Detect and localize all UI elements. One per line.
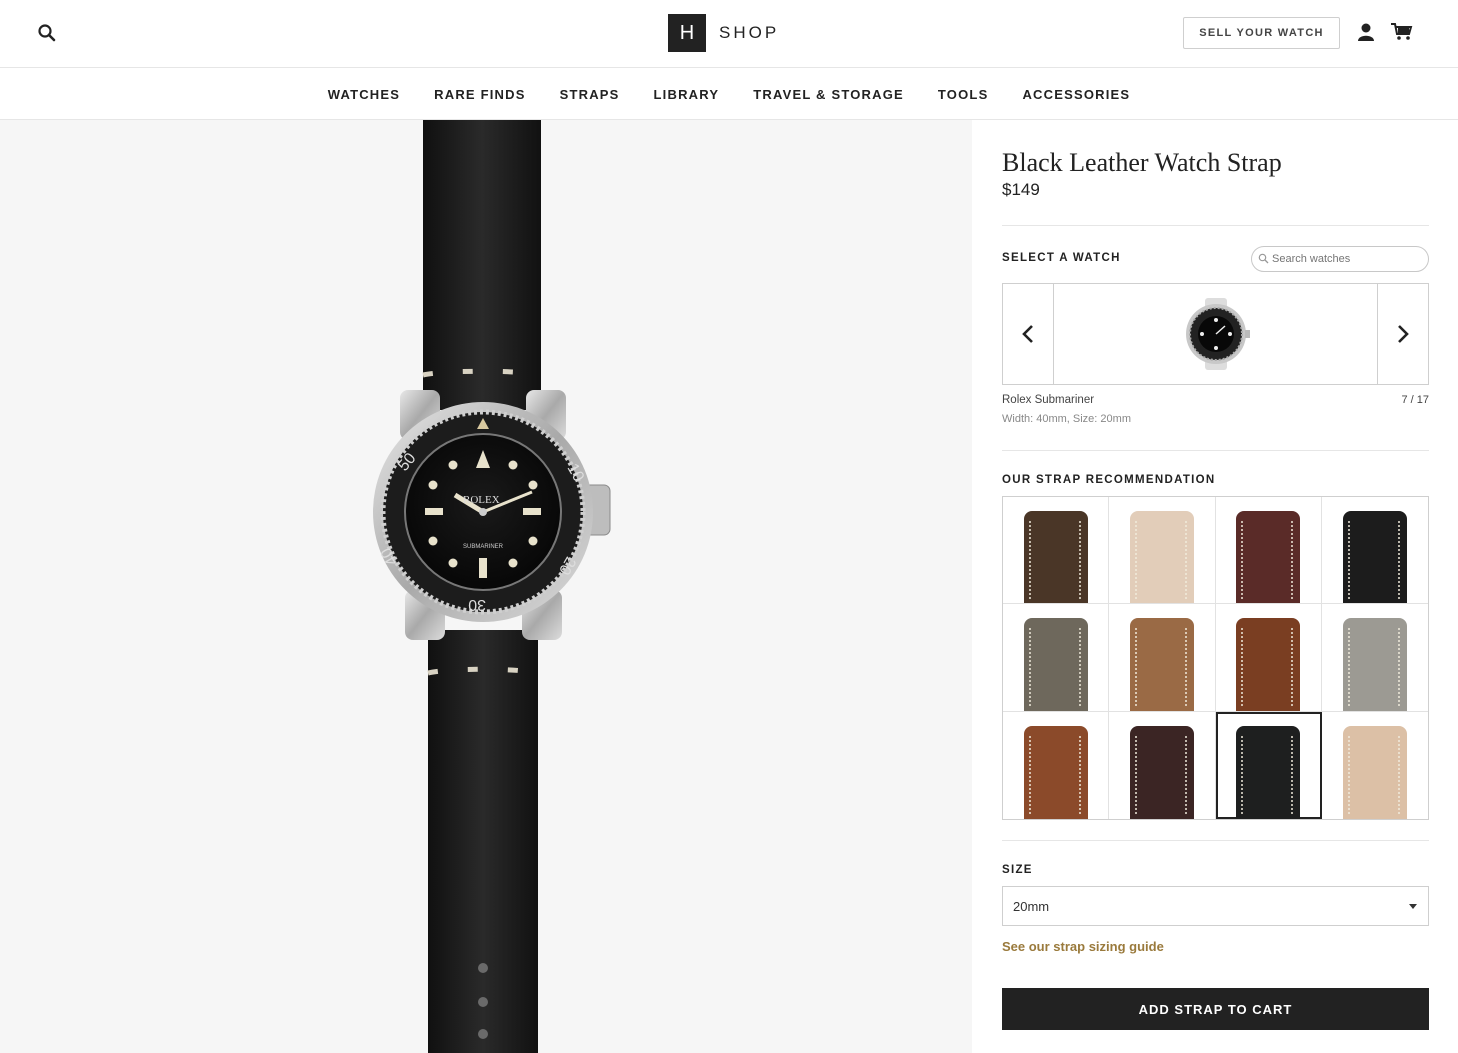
strap-stitch bbox=[1184, 628, 1189, 707]
strap-swatch[interactable] bbox=[1003, 497, 1110, 605]
strap-stitch bbox=[1134, 521, 1139, 599]
strap-swatch-image bbox=[1342, 511, 1407, 604]
strap-swatch[interactable] bbox=[1215, 711, 1322, 819]
search-icon[interactable] bbox=[36, 22, 58, 44]
strap-stitch bbox=[1078, 628, 1083, 707]
strap-swatch-image bbox=[1129, 511, 1194, 604]
carousel-prev-button[interactable] bbox=[1003, 284, 1054, 384]
divider bbox=[1002, 840, 1429, 841]
nav-item-tools[interactable]: TOOLS bbox=[938, 87, 989, 102]
strap-swatch[interactable] bbox=[1003, 604, 1110, 712]
strap-stitch bbox=[1028, 628, 1033, 707]
account-icon[interactable] bbox=[1356, 22, 1376, 42]
strap-swatch-image bbox=[1342, 618, 1407, 711]
sell-your-watch-button[interactable]: SELL YOUR WATCH bbox=[1183, 17, 1340, 49]
strap-stitch bbox=[1397, 521, 1402, 599]
strap-swatch-image bbox=[1236, 511, 1301, 604]
strap-stitch bbox=[1134, 735, 1139, 814]
strap-stitch bbox=[1347, 521, 1352, 599]
strap-stitch bbox=[1397, 628, 1402, 707]
logo-text: SHOP bbox=[719, 23, 780, 42]
strap-swatch-image bbox=[1342, 725, 1407, 819]
watch-carousel bbox=[1002, 283, 1429, 385]
size-select-value: 20mm bbox=[1013, 898, 1050, 914]
strap-swatch-image bbox=[1236, 725, 1301, 819]
svg-text:30: 30 bbox=[468, 596, 486, 613]
search-icon bbox=[1258, 253, 1269, 264]
strap-swatch-image bbox=[1023, 618, 1088, 711]
strap-stitch bbox=[1291, 628, 1295, 707]
strap-swatch[interactable] bbox=[1321, 711, 1428, 819]
nav-item-library[interactable]: LIBRARY bbox=[654, 87, 720, 102]
chevron-left-icon bbox=[1022, 325, 1033, 343]
svg-text:SUBMARINER: SUBMARINER bbox=[463, 544, 504, 550]
logo-mark: H bbox=[668, 14, 706, 52]
nav-item-travel-storage[interactable]: TRAVEL & STORAGE bbox=[753, 87, 904, 102]
size-label: SIZE bbox=[1002, 864, 1033, 876]
divider bbox=[1002, 225, 1429, 226]
strap-stitch bbox=[1184, 735, 1189, 814]
strap-swatch[interactable] bbox=[1321, 497, 1428, 605]
divider bbox=[1002, 450, 1429, 451]
svg-text:ROLEX: ROLEX bbox=[463, 494, 500, 506]
strap-stitch bbox=[1347, 735, 1352, 814]
product-image: 50 40 30 20 10 ROLEX SUBMARINER bbox=[0, 120, 972, 1053]
strap-stitch bbox=[1241, 735, 1245, 814]
nav-item-rare-finds[interactable]: RARE FINDS bbox=[434, 87, 525, 102]
strap-stitch bbox=[1291, 735, 1295, 814]
watch-spec: Width: 40mm, Size: 20mm bbox=[1002, 413, 1131, 425]
selected-watch-image[interactable] bbox=[1054, 284, 1378, 384]
nav-item-watches[interactable]: WATCHES bbox=[328, 87, 400, 102]
strap-stitch bbox=[1134, 628, 1139, 707]
strap-stitch bbox=[1397, 735, 1402, 814]
add-strap-to-cart-button[interactable]: ADD STRAP TO CART bbox=[1002, 988, 1429, 1030]
watch-search-input[interactable] bbox=[1272, 253, 1417, 265]
strap-stitch bbox=[1347, 628, 1352, 707]
strap-swatch[interactable] bbox=[1321, 604, 1428, 712]
strap-swatch-image bbox=[1023, 725, 1088, 819]
strap-swatch[interactable] bbox=[1109, 711, 1216, 819]
caret-down-icon bbox=[1409, 904, 1417, 909]
cart-icon[interactable] bbox=[1390, 22, 1414, 42]
strap-swatch-grid bbox=[1002, 496, 1429, 820]
strap-swatch[interactable] bbox=[1003, 711, 1110, 819]
strap-stitch bbox=[1241, 628, 1245, 707]
shop-logo[interactable]: H SHOP bbox=[668, 14, 779, 52]
chevron-right-icon bbox=[1398, 325, 1409, 343]
product-price: $149 bbox=[1002, 180, 1040, 199]
strap-stitch bbox=[1078, 521, 1083, 599]
strap-stitch bbox=[1241, 521, 1245, 599]
strap-swatch-image bbox=[1129, 618, 1194, 711]
nav-item-accessories[interactable]: ACCESSORIES bbox=[1022, 87, 1130, 102]
strap-stitch bbox=[1184, 521, 1189, 599]
strap-swatch-image bbox=[1236, 618, 1301, 711]
strap-swatch[interactable] bbox=[1109, 497, 1216, 605]
strap-swatch[interactable] bbox=[1109, 604, 1216, 712]
size-select[interactable]: 20mm bbox=[1002, 886, 1429, 926]
strap-swatch[interactable] bbox=[1215, 497, 1322, 605]
strap-swatch-image bbox=[1129, 725, 1194, 819]
strap-stitch bbox=[1291, 521, 1295, 599]
site-header: H SHOP SELL YOUR WATCH bbox=[0, 0, 1458, 68]
carousel-next-button[interactable] bbox=[1377, 284, 1428, 384]
strap-stitch bbox=[1028, 521, 1033, 599]
strap-recommendation-label: OUR STRAP RECOMMENDATION bbox=[1002, 474, 1216, 486]
watch-name: Rolex Submariner bbox=[1002, 394, 1095, 406]
product-title: Black Leather Watch Strap bbox=[1002, 148, 1282, 177]
nav-item-straps[interactable]: STRAPS bbox=[560, 87, 620, 102]
strap-stitch bbox=[1078, 735, 1083, 814]
watch-search-box[interactable] bbox=[1251, 246, 1429, 272]
main-nav: WATCHES RARE FINDS STRAPS LIBRARY TRAVEL… bbox=[0, 69, 1458, 120]
select-watch-label: SELECT A WATCH bbox=[1002, 252, 1121, 264]
strap-stitch bbox=[1028, 735, 1033, 814]
strap-sizing-guide-link[interactable]: See our strap sizing guide bbox=[1002, 939, 1164, 954]
strap-swatch[interactable] bbox=[1215, 604, 1322, 712]
carousel-position: 7 / 17 bbox=[1401, 394, 1429, 406]
strap-swatch-image bbox=[1023, 511, 1088, 604]
